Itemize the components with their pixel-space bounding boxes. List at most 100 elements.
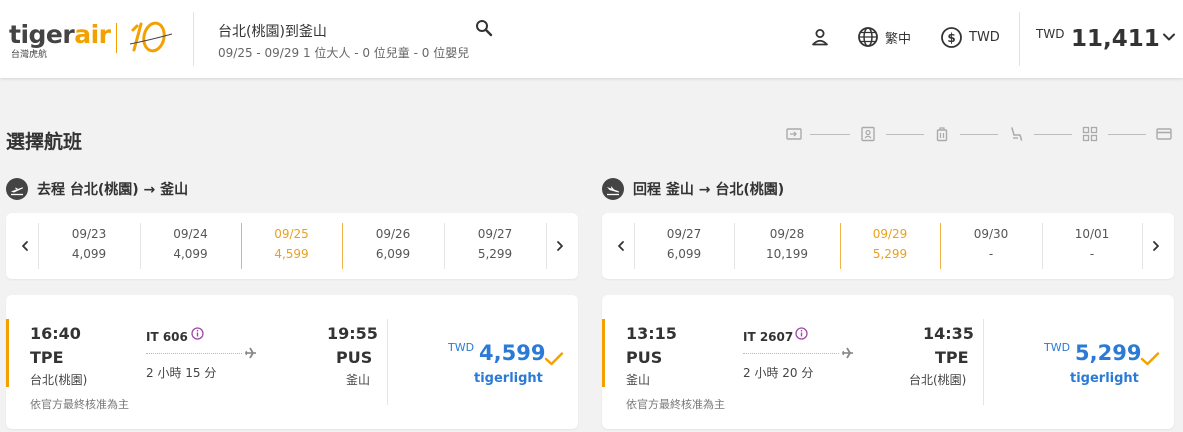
chevron-down-icon[interactable] [1162, 30, 1176, 44]
outbound-leg-label: 去程 台北(桃園) → 釜山 [37, 182, 189, 198]
outbound-next-dates[interactable] [553, 235, 567, 257]
seat-icon [1011, 127, 1023, 141]
flight-duration: 2 小時 20 分 [743, 366, 814, 380]
fare-price[interactable]: 5,299 [1075, 341, 1141, 365]
logo-subtitle: 台灣虎航 [11, 50, 48, 60]
step-connector [1034, 134, 1072, 135]
chevron-left-icon [618, 241, 624, 251]
takeoff-icon [6, 178, 28, 200]
globe-icon [858, 27, 878, 47]
inbound-leg-header: 回程 釜山 → 台北(桃園) [602, 178, 784, 200]
language-selector[interactable]: 繁中 [857, 24, 911, 50]
fare-currency: TWD [1044, 341, 1071, 354]
search-icon[interactable] [474, 18, 494, 38]
flight-number: IT 2607 [743, 330, 794, 344]
header-divider [1019, 12, 1020, 66]
chevron-right-icon [1153, 241, 1159, 251]
step-connector [1108, 134, 1146, 135]
currency-selector[interactable]: $ TWD [940, 24, 1000, 50]
step-connector [810, 134, 850, 135]
approval-disclaimer: 依官方最終核准為主 [30, 398, 129, 411]
inbound-flight-card[interactable]: 13:15 PUS 釜山 IT 2607 2 小時 20 分 14:35 TPE… [602, 295, 1174, 429]
date-option-0923[interactable]: 09/23 4,099 [38, 223, 140, 269]
depart-time: 13:15 [626, 324, 677, 343]
landing-icon [602, 178, 624, 200]
inbound-leg-label: 回程 釜山 → 台北(桃園) [633, 182, 785, 198]
route-line [146, 353, 242, 354]
chevron-left-icon [22, 241, 28, 251]
header-divider [193, 12, 194, 66]
date-option-0930[interactable]: 09/30- [940, 223, 1042, 269]
card-divider [983, 319, 984, 405]
date-option-1001[interactable]: 10/01- [1042, 223, 1142, 269]
arrive-time: 19:55 [327, 324, 378, 343]
depart-time: 16:40 [30, 324, 81, 343]
outbound-leg-header: 去程 台北(桃園) → 釜山 [6, 178, 188, 200]
total-price[interactable]: 11,411 [1071, 26, 1160, 52]
baggage-icon [936, 127, 948, 142]
chevron-right-icon [557, 241, 563, 251]
card-divider [387, 319, 388, 405]
date-option-0927[interactable]: 09/27 6,099 [634, 223, 734, 269]
dollar-icon: $ [941, 26, 962, 48]
date-option-0929-selected[interactable]: 09/29 5,299 [840, 223, 940, 269]
date-divider [546, 223, 547, 269]
user-icon [812, 29, 828, 46]
arrive-city: 釜山 [346, 373, 371, 387]
account-button[interactable] [810, 24, 830, 50]
date-divider [1142, 223, 1143, 269]
step-connector [886, 134, 924, 135]
route-title[interactable]: 台北(桃園)到釜山 [218, 21, 327, 41]
plane-icon [842, 347, 853, 359]
selected-indicator [6, 319, 9, 387]
fare-type[interactable]: tigerlight [1070, 371, 1139, 386]
checkmark-icon[interactable] [1140, 351, 1160, 367]
info-icon[interactable] [795, 327, 808, 340]
passenger-icon [861, 126, 875, 142]
inbound-next-dates[interactable] [1149, 235, 1163, 257]
checkmark-icon[interactable] [544, 351, 564, 367]
arrive-city: 台北(桃園) [909, 373, 967, 387]
date-option-0927[interactable]: 09/27 5,299 [444, 223, 546, 269]
currency-label: TWD [969, 29, 1000, 45]
fare-currency: TWD [448, 341, 475, 354]
inbound-date-strip: 09/27 6,099 09/28 10,199 09/29 5,299 09/30-… [602, 213, 1174, 279]
svg-text:$: $ [947, 31, 955, 45]
arrive-airport-code: TPE [935, 348, 969, 367]
route-summary: 09/25 - 09/29 1 位大人 - 0 位兒童 - 0 位嬰兒 [218, 46, 470, 60]
inbound-prev-dates[interactable] [614, 235, 628, 257]
depart-airport-code: PUS [626, 348, 663, 367]
flight-number: IT 606 [146, 330, 188, 344]
outbound-prev-dates[interactable] [18, 235, 32, 257]
tigerair-logo[interactable]: tigerair 台灣虎航 [9, 20, 179, 60]
language-label: 繁中 [885, 31, 912, 47]
logo-wordmark: tigerair [9, 20, 111, 49]
arrive-airport-code: PUS [336, 348, 373, 367]
arrive-time: 14:35 [923, 324, 974, 343]
ticket-icon [786, 128, 802, 140]
page-title: 選擇航班 [6, 131, 83, 153]
depart-city: 釜山 [626, 373, 651, 387]
step-connector [960, 134, 998, 135]
date-option-0926[interactable]: 09/26 6,099 [342, 223, 444, 269]
date-option-0924[interactable]: 09/24 4,099 [140, 223, 241, 269]
selected-indicator [602, 319, 605, 387]
date-option-0928[interactable]: 09/28 10,199 [734, 223, 840, 269]
flight-duration: 2 小時 15 分 [146, 366, 217, 380]
info-icon[interactable] [191, 327, 204, 340]
plane-icon [245, 347, 256, 359]
fare-type[interactable]: tigerlight [474, 371, 543, 386]
total-currency: TWD [1036, 27, 1065, 41]
outbound-flight-card[interactable]: 16:40 TPE 台北(桃園) IT 606 2 小時 15 分 19:55 … [6, 295, 578, 429]
date-option-0925-selected[interactable]: 09/25 4,599 [241, 223, 342, 269]
logo-divider [116, 23, 117, 53]
top-header: tigerair 台灣虎航 台北(桃園)到釜山 09/25 - 09/29 1 … [0, 0, 1183, 78]
anniversary-badge-icon [129, 21, 173, 53]
payment-icon [1156, 128, 1172, 140]
addons-icon [1082, 126, 1098, 142]
fare-price[interactable]: 4,599 [479, 341, 545, 365]
outbound-date-strip: 09/23 4,099 09/24 4,099 09/25 4,599 09/26 6,… [6, 213, 578, 279]
approval-disclaimer: 依官方最終核准為主 [626, 398, 725, 411]
route-line [743, 353, 839, 354]
depart-city: 台北(桃園) [30, 373, 88, 387]
